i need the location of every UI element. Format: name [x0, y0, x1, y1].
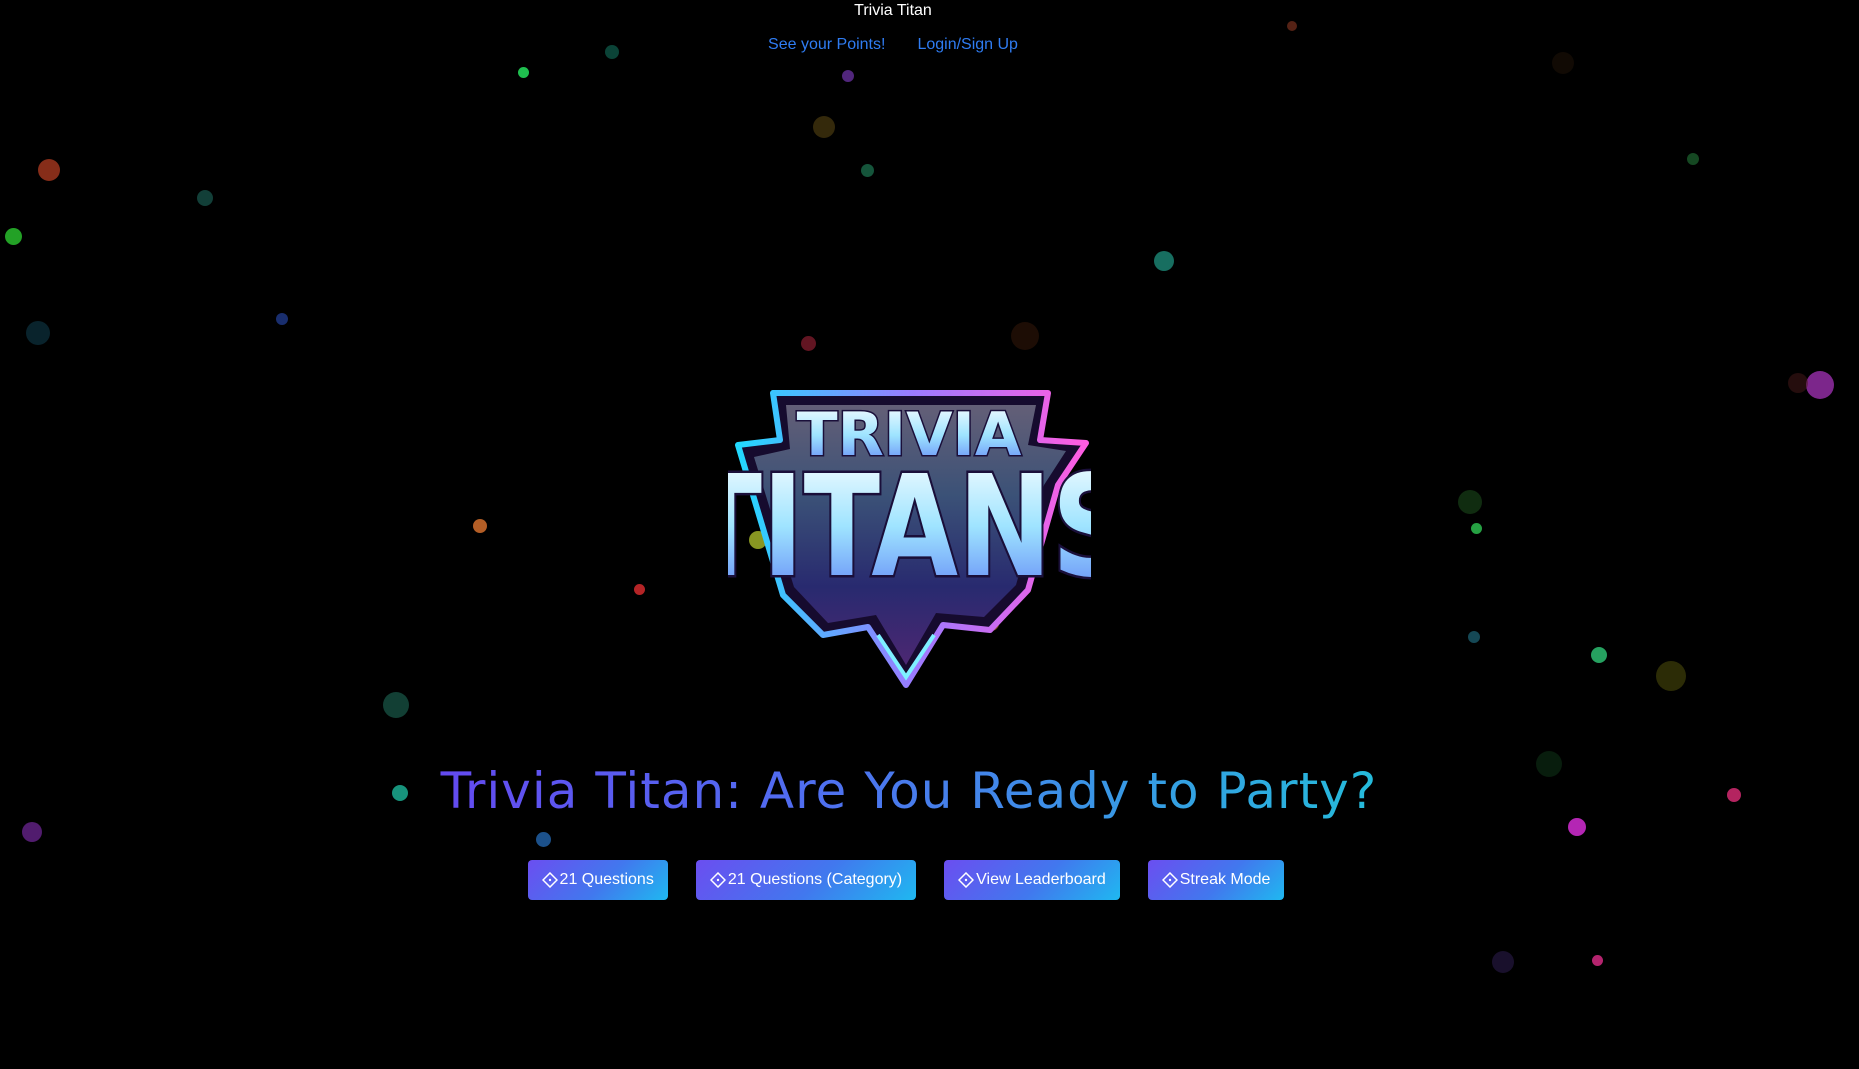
- particle-dot: [22, 822, 42, 842]
- diamond-icon: [958, 872, 975, 888]
- particle-dot: [860, 163, 874, 177]
- particle-dot: [1591, 954, 1603, 966]
- twenty-one-questions-category-button[interactable]: 21 Questions (Category): [695, 860, 917, 900]
- login-signup-link[interactable]: Login/Sign Up: [917, 36, 1018, 54]
- particle-dot: [1011, 322, 1039, 350]
- particle-dot: [813, 116, 835, 138]
- particle-dot: [517, 66, 529, 78]
- particle-dot: [1470, 522, 1482, 534]
- particle-dot: [473, 519, 487, 533]
- particle-dot: [38, 159, 60, 181]
- page: Trivia Titan See your Points! Login/Sign…: [0, 0, 1859, 1069]
- button-label: Streak Mode: [1179, 871, 1271, 888]
- button-label: 21 Questions: [559, 871, 654, 888]
- particle-dot: [1552, 52, 1574, 74]
- particle-dot: [633, 583, 645, 595]
- twenty-one-questions-button[interactable]: 21 Questions: [527, 860, 668, 900]
- particle-dot: [535, 831, 551, 847]
- particle-dot: [383, 692, 409, 718]
- particle-dot: [1591, 647, 1607, 663]
- particle-dot: [4, 227, 22, 245]
- particle-dot: [1806, 371, 1834, 399]
- view-leaderboard-button[interactable]: View Leaderboard: [944, 860, 1120, 900]
- particle-dot: [842, 70, 854, 82]
- particle-dot: [1788, 373, 1808, 393]
- diamond-icon: [1161, 872, 1178, 888]
- action-buttons: 21 Questions 21 Questions (Category) Vie…: [0, 860, 1812, 900]
- diamond-icon: [541, 872, 558, 888]
- hero-headline: Trivia Titan: Are You Ready to Party?: [0, 762, 1818, 820]
- particle-dot: [1687, 153, 1699, 165]
- trivia-titans-logo: TRIVIA TITANS: [683, 385, 1135, 690]
- particle-dot: [1154, 251, 1174, 271]
- particle-dot: [276, 313, 288, 325]
- see-points-link[interactable]: See your Points!: [768, 36, 885, 54]
- top-nav: See your Points! Login/Sign Up: [0, 36, 1786, 54]
- button-label: 21 Questions (Category): [727, 871, 903, 888]
- particle-dot: [800, 335, 816, 351]
- button-label: View Leaderboard: [976, 871, 1106, 888]
- svg-text:TITANS: TITANS: [728, 445, 1091, 608]
- app-title: Trivia Titan: [854, 2, 932, 19]
- diamond-icon: [709, 872, 726, 888]
- streak-mode-button[interactable]: Streak Mode: [1147, 860, 1285, 900]
- particle-dot: [1492, 951, 1514, 973]
- particle-dot: [1287, 21, 1297, 31]
- particle-dot: [1468, 631, 1480, 643]
- particle-dot: [1458, 490, 1482, 514]
- particle-dot: [1656, 661, 1686, 691]
- particle-dot: [26, 321, 50, 345]
- particle-dot: [1568, 818, 1586, 836]
- particle-dot: [197, 190, 213, 206]
